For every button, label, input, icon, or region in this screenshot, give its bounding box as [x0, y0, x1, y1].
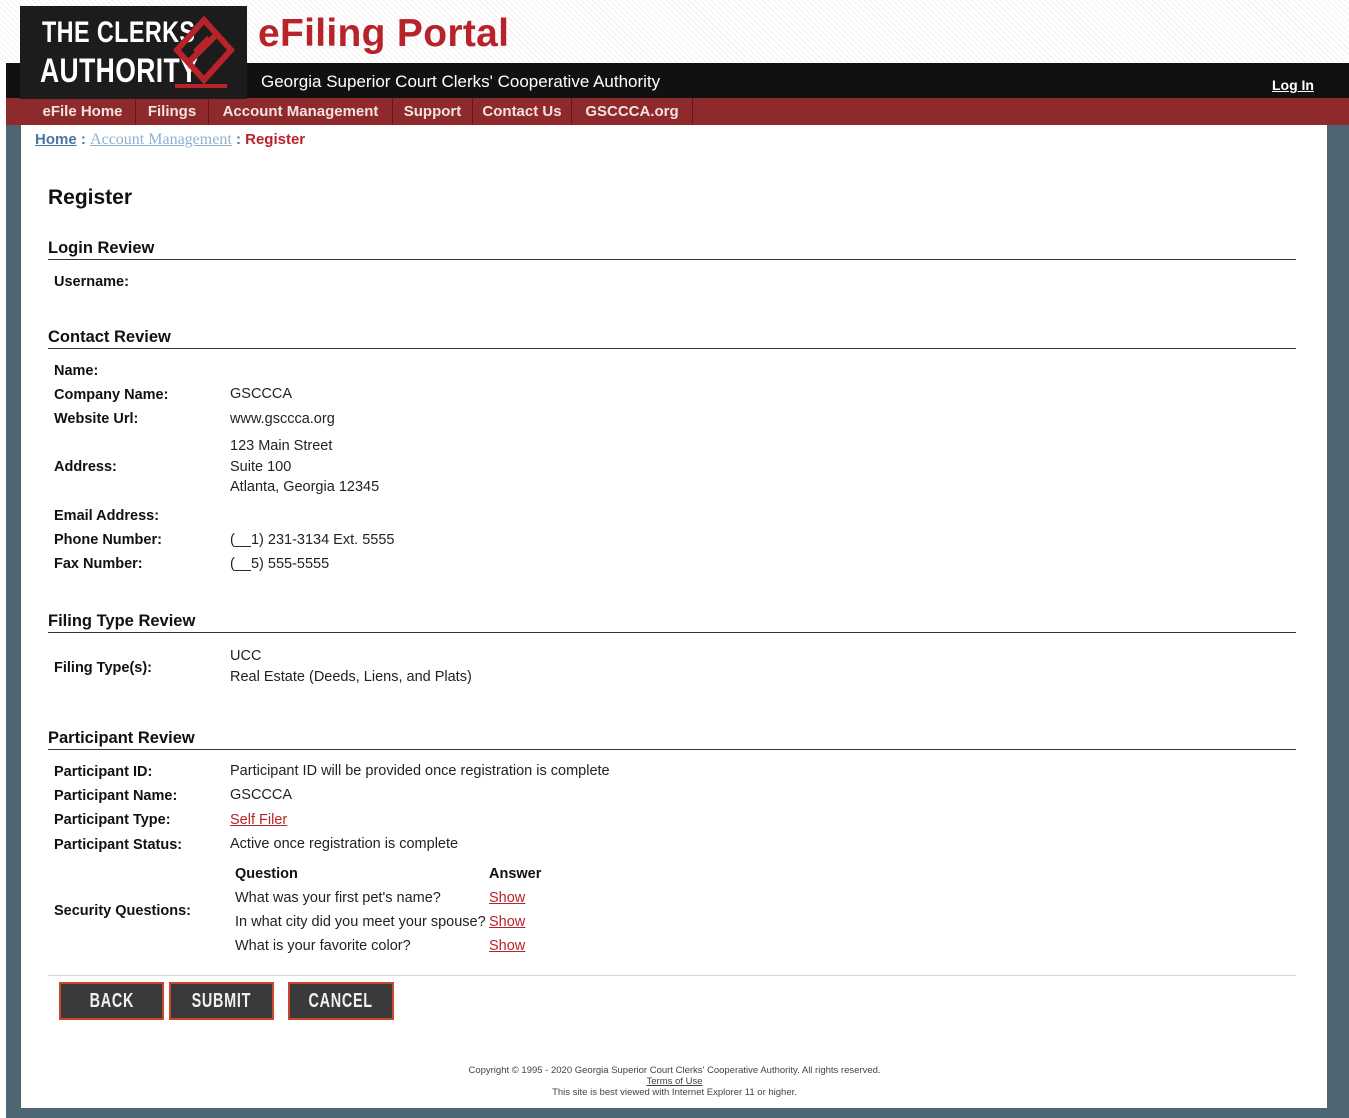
security-questions-label: Security Questions: — [54, 903, 191, 919]
show-answer-link[interactable]: Show — [489, 890, 525, 906]
back-button-label: BACK — [89, 990, 134, 1012]
cancel-button-label: CANCEL — [308, 990, 374, 1012]
show-answer-link-text[interactable]: Show — [489, 890, 525, 906]
footer-copyright: Copyright © 1995 - 2020 Georgia Superior… — [468, 1065, 881, 1076]
nav-item-efile-home[interactable]: eFile Home — [30, 98, 136, 125]
phone-value: (__1) 231-3134 Ext. 5555 — [230, 532, 395, 548]
portal-title: eFiling Portal — [258, 12, 510, 55]
show-answer-link-text[interactable]: Show — [489, 914, 525, 930]
back-button[interactable]: BACK — [59, 982, 164, 1020]
login-link[interactable]: Log In — [1272, 77, 1314, 93]
breadcrumb-separator: : — [80, 131, 86, 148]
submit-button[interactable]: SUBMIT — [169, 982, 274, 1020]
participant-id-value: Participant ID will be provided once reg… — [230, 763, 610, 779]
participant-review-heading: Participant Review — [48, 729, 1296, 750]
filing-types-label: Filing Type(s): — [54, 660, 153, 676]
participant-status-label: Participant Status: — [54, 837, 183, 853]
filing-type: UCC — [230, 648, 262, 664]
participant-status-value: Active once registration is complete — [230, 836, 459, 852]
phone-label: Phone Number: — [54, 532, 162, 548]
show-answer-link[interactable]: Show — [489, 938, 525, 954]
address-value: 123 Main Street Suite 100 Atlanta, Georg… — [230, 436, 379, 498]
terms-of-use-link[interactable]: Terms of Use — [647, 1076, 703, 1087]
company-name-value: GSCCCA — [230, 386, 293, 402]
nav-item-support[interactable]: Support — [393, 98, 473, 125]
security-question: In what city did you meet your spouse? — [235, 914, 486, 930]
participant-name-label: Participant Name: — [54, 788, 178, 804]
address-label: Address: — [54, 459, 117, 475]
show-answer-link-text[interactable]: Show — [489, 938, 525, 954]
address-line: Suite 100 — [230, 458, 292, 475]
buttons-divider — [48, 975, 1296, 976]
clerks-authority-logo[interactable]: THE CLERKS AUTHORITY — [20, 6, 247, 99]
nav-item-contact-us[interactable]: Contact Us — [473, 98, 572, 125]
filing-type-review-heading: Filing Type Review — [48, 612, 1296, 633]
participant-type-value: Self Filer — [230, 810, 287, 831]
participant-name-value: GSCCCA — [230, 787, 293, 803]
fax-value: (__5) 555-5555 — [230, 556, 330, 572]
page-frame-bottom — [6, 1108, 1349, 1118]
main-nav: eFile Home Filings Account Management Su… — [6, 98, 1349, 125]
company-name-label: Company Name: — [54, 387, 169, 403]
footer-browser-note: This site is best viewed with Internet E… — [552, 1087, 797, 1098]
website-label: Website Url: — [54, 411, 139, 427]
tagline: Georgia Superior Court Clerks' Cooperati… — [261, 72, 661, 91]
security-question: What was your first pet's name? — [235, 890, 441, 906]
breadcrumb-account-link[interactable]: Account Management — [90, 131, 232, 148]
diamond-logo-icon — [173, 16, 235, 84]
participant-id-label: Participant ID: — [54, 764, 153, 780]
login-review-heading: Login Review — [48, 239, 1296, 260]
nav-item-gsccca-org[interactable]: GSCCCA.org — [572, 98, 693, 125]
page-frame-right — [1327, 125, 1349, 1118]
logo-underline — [175, 84, 227, 88]
question-column-header: Question — [235, 866, 298, 882]
breadcrumb-home-link[interactable]: Home — [35, 131, 77, 148]
show-answer-link[interactable]: Show — [489, 914, 525, 930]
breadcrumb-current: Register — [245, 131, 306, 148]
filing-types-value: UCC Real Estate (Deeds, Liens, and Plats… — [230, 646, 472, 687]
page-frame-left — [6, 125, 21, 1118]
breadcrumb: Home : Account Management : Register — [35, 131, 305, 149]
filing-type: Real Estate (Deeds, Liens, and Plats) — [230, 668, 472, 685]
nav-item-filings[interactable]: Filings — [136, 98, 209, 125]
website-value: www.gsccca.org — [230, 411, 335, 427]
contact-review-heading: Contact Review — [48, 328, 1296, 349]
username-label: Username: — [54, 274, 129, 290]
nav-item-account-management[interactable]: Account Management — [209, 98, 393, 125]
answer-column-header: Answer — [489, 866, 542, 882]
self-filer-link[interactable]: Self Filer — [230, 812, 287, 828]
name-label: Name: — [54, 363, 99, 379]
footer-terms: Terms of Use — [0, 1076, 1349, 1087]
participant-type-label: Participant Type: — [54, 812, 171, 828]
address-line: Atlanta, Georgia 12345 — [230, 479, 380, 495]
submit-button-label: SUBMIT — [191, 990, 252, 1012]
cancel-button[interactable]: CANCEL — [288, 982, 394, 1020]
breadcrumb-separator: : — [235, 131, 241, 148]
page-title: Register — [48, 186, 133, 209]
fax-label: Fax Number: — [54, 556, 143, 572]
address-line: 123 Main Street — [230, 438, 333, 454]
security-question: What is your favorite color? — [235, 938, 411, 954]
email-label: Email Address: — [54, 508, 160, 524]
